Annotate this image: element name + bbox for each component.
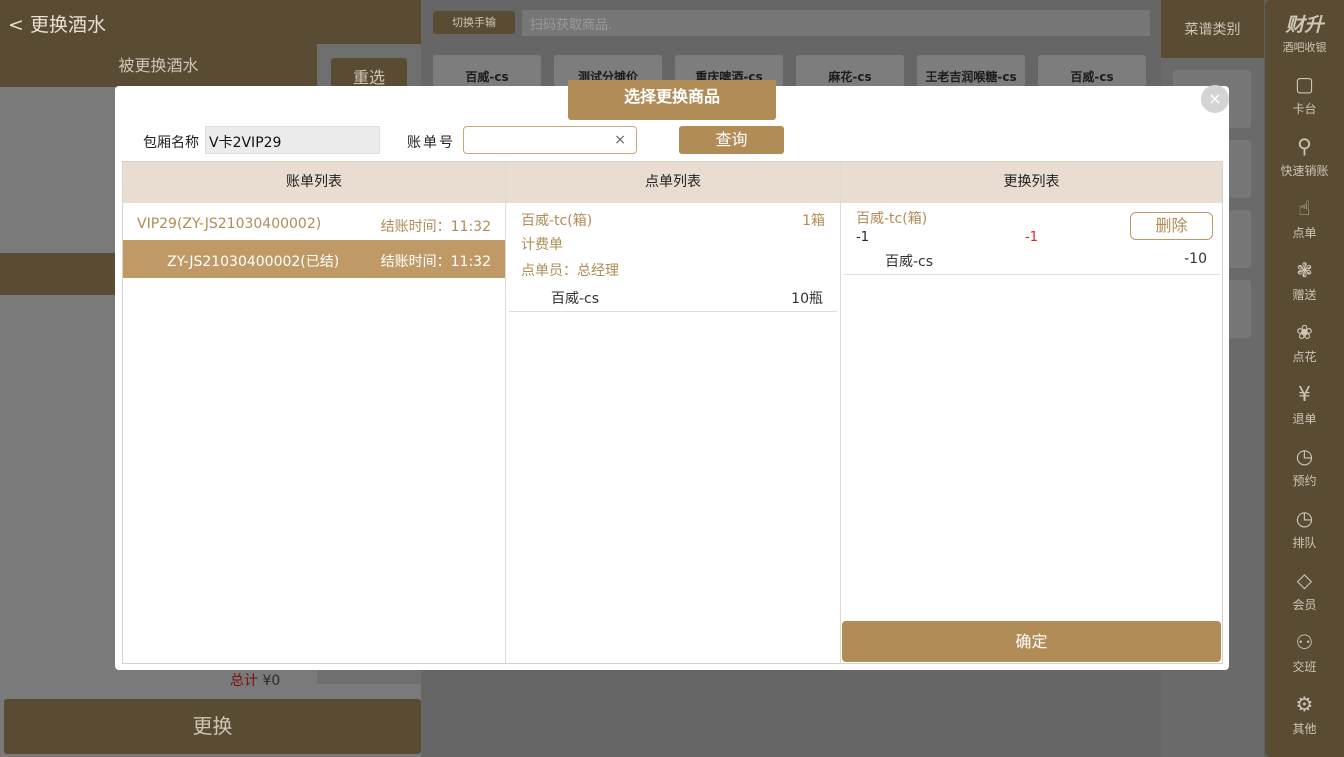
- product-cards: 百威-cs 测试分摊价 重庆啤酒-cs 麻花-cs 王老吉润喉糖-cs 百威-c…: [433, 55, 1153, 87]
- room-name-field[interactable]: V卡2VIP29: [205, 126, 380, 154]
- sidebar-item-order[interactable]: ☝ 点单: [1265, 196, 1344, 252]
- sidebar-item-handover[interactable]: ⚇ 交班: [1265, 630, 1344, 686]
- diamond-icon: ◇: [1296, 568, 1313, 592]
- replace-item-qty-right: -1: [1025, 230, 1038, 245]
- scan-input[interactable]: 扫码获取商品.: [522, 10, 1150, 36]
- replace-item-name: 百威-tc(箱): [856, 211, 928, 227]
- order-list-header: 点单列表: [506, 162, 840, 203]
- back-title[interactable]: < 更换酒水: [0, 0, 421, 44]
- order-sub-item[interactable]: 百威-cs 10瓶: [509, 286, 837, 312]
- reselect-button[interactable]: 重选: [331, 58, 407, 88]
- bill-row[interactable]: VIP29(ZY-JS21030400002) 结账时间：11:32: [123, 204, 505, 242]
- order-item-qty: 1箱: [802, 213, 825, 229]
- sidebar-item-label: 其他: [1292, 722, 1317, 736]
- order-item-name: 百威-tc(箱): [521, 213, 593, 229]
- main-sidebar: 财升 酒吧收银 ▢ 卡台 ⚲ 快速销账 ☝ 点单 ❃ 赠送 ❀ 点花 ¥ 退单 …: [1265, 0, 1344, 757]
- background-band: [0, 253, 116, 295]
- replace-button[interactable]: 更换: [4, 699, 421, 754]
- confirm-button[interactable]: 确定: [842, 621, 1221, 662]
- sidebar-item-label: 排队: [1292, 536, 1317, 550]
- room-name-label: 包厢名称: [143, 135, 199, 151]
- bill-id: ZY-JS21030400002(已结): [167, 254, 340, 270]
- order-item[interactable]: 百威-tc(箱) 1箱 计费单 点单员：总经理: [509, 210, 837, 282]
- table-icon: ▢: [1295, 72, 1314, 96]
- total-display: 总计 ¥0: [230, 670, 280, 690]
- gear-icon: ⚙: [1295, 692, 1314, 716]
- bill-list-column: 账单列表 VIP29(ZY-JS21030400002) 结账时间：11:32 …: [123, 162, 506, 663]
- order-list-column: 点单列表 百威-tc(箱) 1箱 计费单 点单员：总经理 百威-cs 10瓶: [506, 162, 841, 663]
- switch-manual-button[interactable]: 切换手输: [433, 11, 515, 34]
- brand-logo: 财升 酒吧收银: [1265, 0, 1344, 55]
- select-replacement-modal: 选择更换商品 × 包厢名称 V卡2VIP29 账单号 × 查询 账单列表 VIP…: [115, 80, 1229, 670]
- sidebar-item-label: 快速销账: [1280, 164, 1329, 178]
- replaced-drinks-header: 被更换酒水: [0, 44, 317, 87]
- brand-main: 财升: [1285, 14, 1324, 36]
- clear-icon[interactable]: ×: [614, 132, 626, 148]
- sidebar-item-gift[interactable]: ❃ 赠送: [1265, 258, 1344, 314]
- sidebar-item-label: 赠送: [1292, 288, 1317, 302]
- sidebar-item-label: 退单: [1292, 412, 1317, 426]
- sidebar-item-label: 交班: [1292, 660, 1317, 674]
- bill-time: 结账时间：11:32: [380, 219, 491, 235]
- sidebar-item-label: 点单: [1292, 226, 1317, 240]
- sidebar-item-refund[interactable]: ¥ 退单: [1265, 382, 1344, 438]
- quick-bill-icon: ⚲: [1297, 134, 1312, 158]
- sidebar-item-quick-bill[interactable]: ⚲ 快速销账: [1265, 134, 1344, 190]
- delete-button[interactable]: 删除: [1130, 212, 1213, 240]
- clock-icon: ◷: [1295, 444, 1314, 468]
- close-icon[interactable]: ×: [1201, 85, 1229, 113]
- replace-sub-item: 百威-cs -10: [844, 249, 1220, 275]
- sidebar-item-table[interactable]: ▢ 卡台: [1265, 72, 1344, 128]
- query-button[interactable]: 查询: [679, 126, 784, 154]
- selection-table: 账单列表 VIP29(ZY-JS21030400002) 结账时间：11:32 …: [122, 161, 1223, 664]
- queue-icon: ◷: [1295, 506, 1314, 530]
- brand-sub: 酒吧收银: [1282, 41, 1327, 54]
- replace-sub-qty: -10: [1184, 251, 1207, 267]
- product-card[interactable]: 百威-cs: [1038, 55, 1146, 87]
- sidebar-item-flower[interactable]: ❀ 点花: [1265, 320, 1344, 376]
- sidebar-item-label: 预约: [1292, 474, 1317, 488]
- sidebar-item-other[interactable]: ⚙ 其他: [1265, 692, 1344, 748]
- order-hand-icon: ☝: [1298, 196, 1311, 220]
- sidebar-item-label: 会员: [1292, 598, 1317, 612]
- bill-id: VIP29(ZY-JS21030400002): [137, 216, 322, 232]
- order-sub-name: 百威-cs: [551, 291, 600, 307]
- handover-icon: ⚇: [1295, 630, 1314, 654]
- product-card[interactable]: 百威-cs: [433, 55, 541, 87]
- bill-time: 结账时间：11:32: [380, 254, 491, 270]
- menu-category-title: 菜谱类别: [1161, 0, 1264, 58]
- bill-row-selected[interactable]: ZY-JS21030400002(已结) 结账时间：11:32: [123, 240, 505, 278]
- order-item-operator: 点单员：总经理: [521, 263, 619, 279]
- bill-number-label: 账单号: [407, 135, 455, 151]
- sidebar-item-label: 点花: [1292, 350, 1317, 364]
- replace-list-header: 更换列表: [841, 162, 1222, 203]
- sidebar-item-label: 卡台: [1292, 102, 1317, 116]
- order-item-type: 计费单: [521, 237, 563, 253]
- sidebar-item-member[interactable]: ◇ 会员: [1265, 568, 1344, 624]
- replace-item: 百威-tc(箱) -1 -1 删除: [841, 208, 1222, 248]
- bill-list-header: 账单列表: [123, 162, 505, 203]
- total-label: 总计: [230, 673, 258, 689]
- sidebar-item-queue[interactable]: ◷ 排队: [1265, 506, 1344, 562]
- flower-icon: ❀: [1296, 320, 1313, 344]
- product-card[interactable]: 麻花-cs: [796, 55, 904, 87]
- gift-icon: ❃: [1296, 258, 1313, 282]
- order-sub-qty: 10瓶: [791, 291, 823, 307]
- bill-number-input[interactable]: ×: [463, 126, 637, 154]
- replace-item-qty-left: -1: [856, 230, 869, 245]
- total-value: ¥0: [262, 673, 281, 689]
- modal-title: 选择更换商品: [568, 80, 776, 120]
- replace-sub-name: 百威-cs: [885, 254, 934, 270]
- product-card[interactable]: 王老吉润喉糖-cs: [917, 55, 1025, 87]
- refund-icon: ¥: [1298, 382, 1311, 406]
- sidebar-item-reservation[interactable]: ◷ 预约: [1265, 444, 1344, 500]
- replace-list-column: 更换列表 百威-tc(箱) -1 -1 删除 百威-cs -10: [841, 162, 1222, 663]
